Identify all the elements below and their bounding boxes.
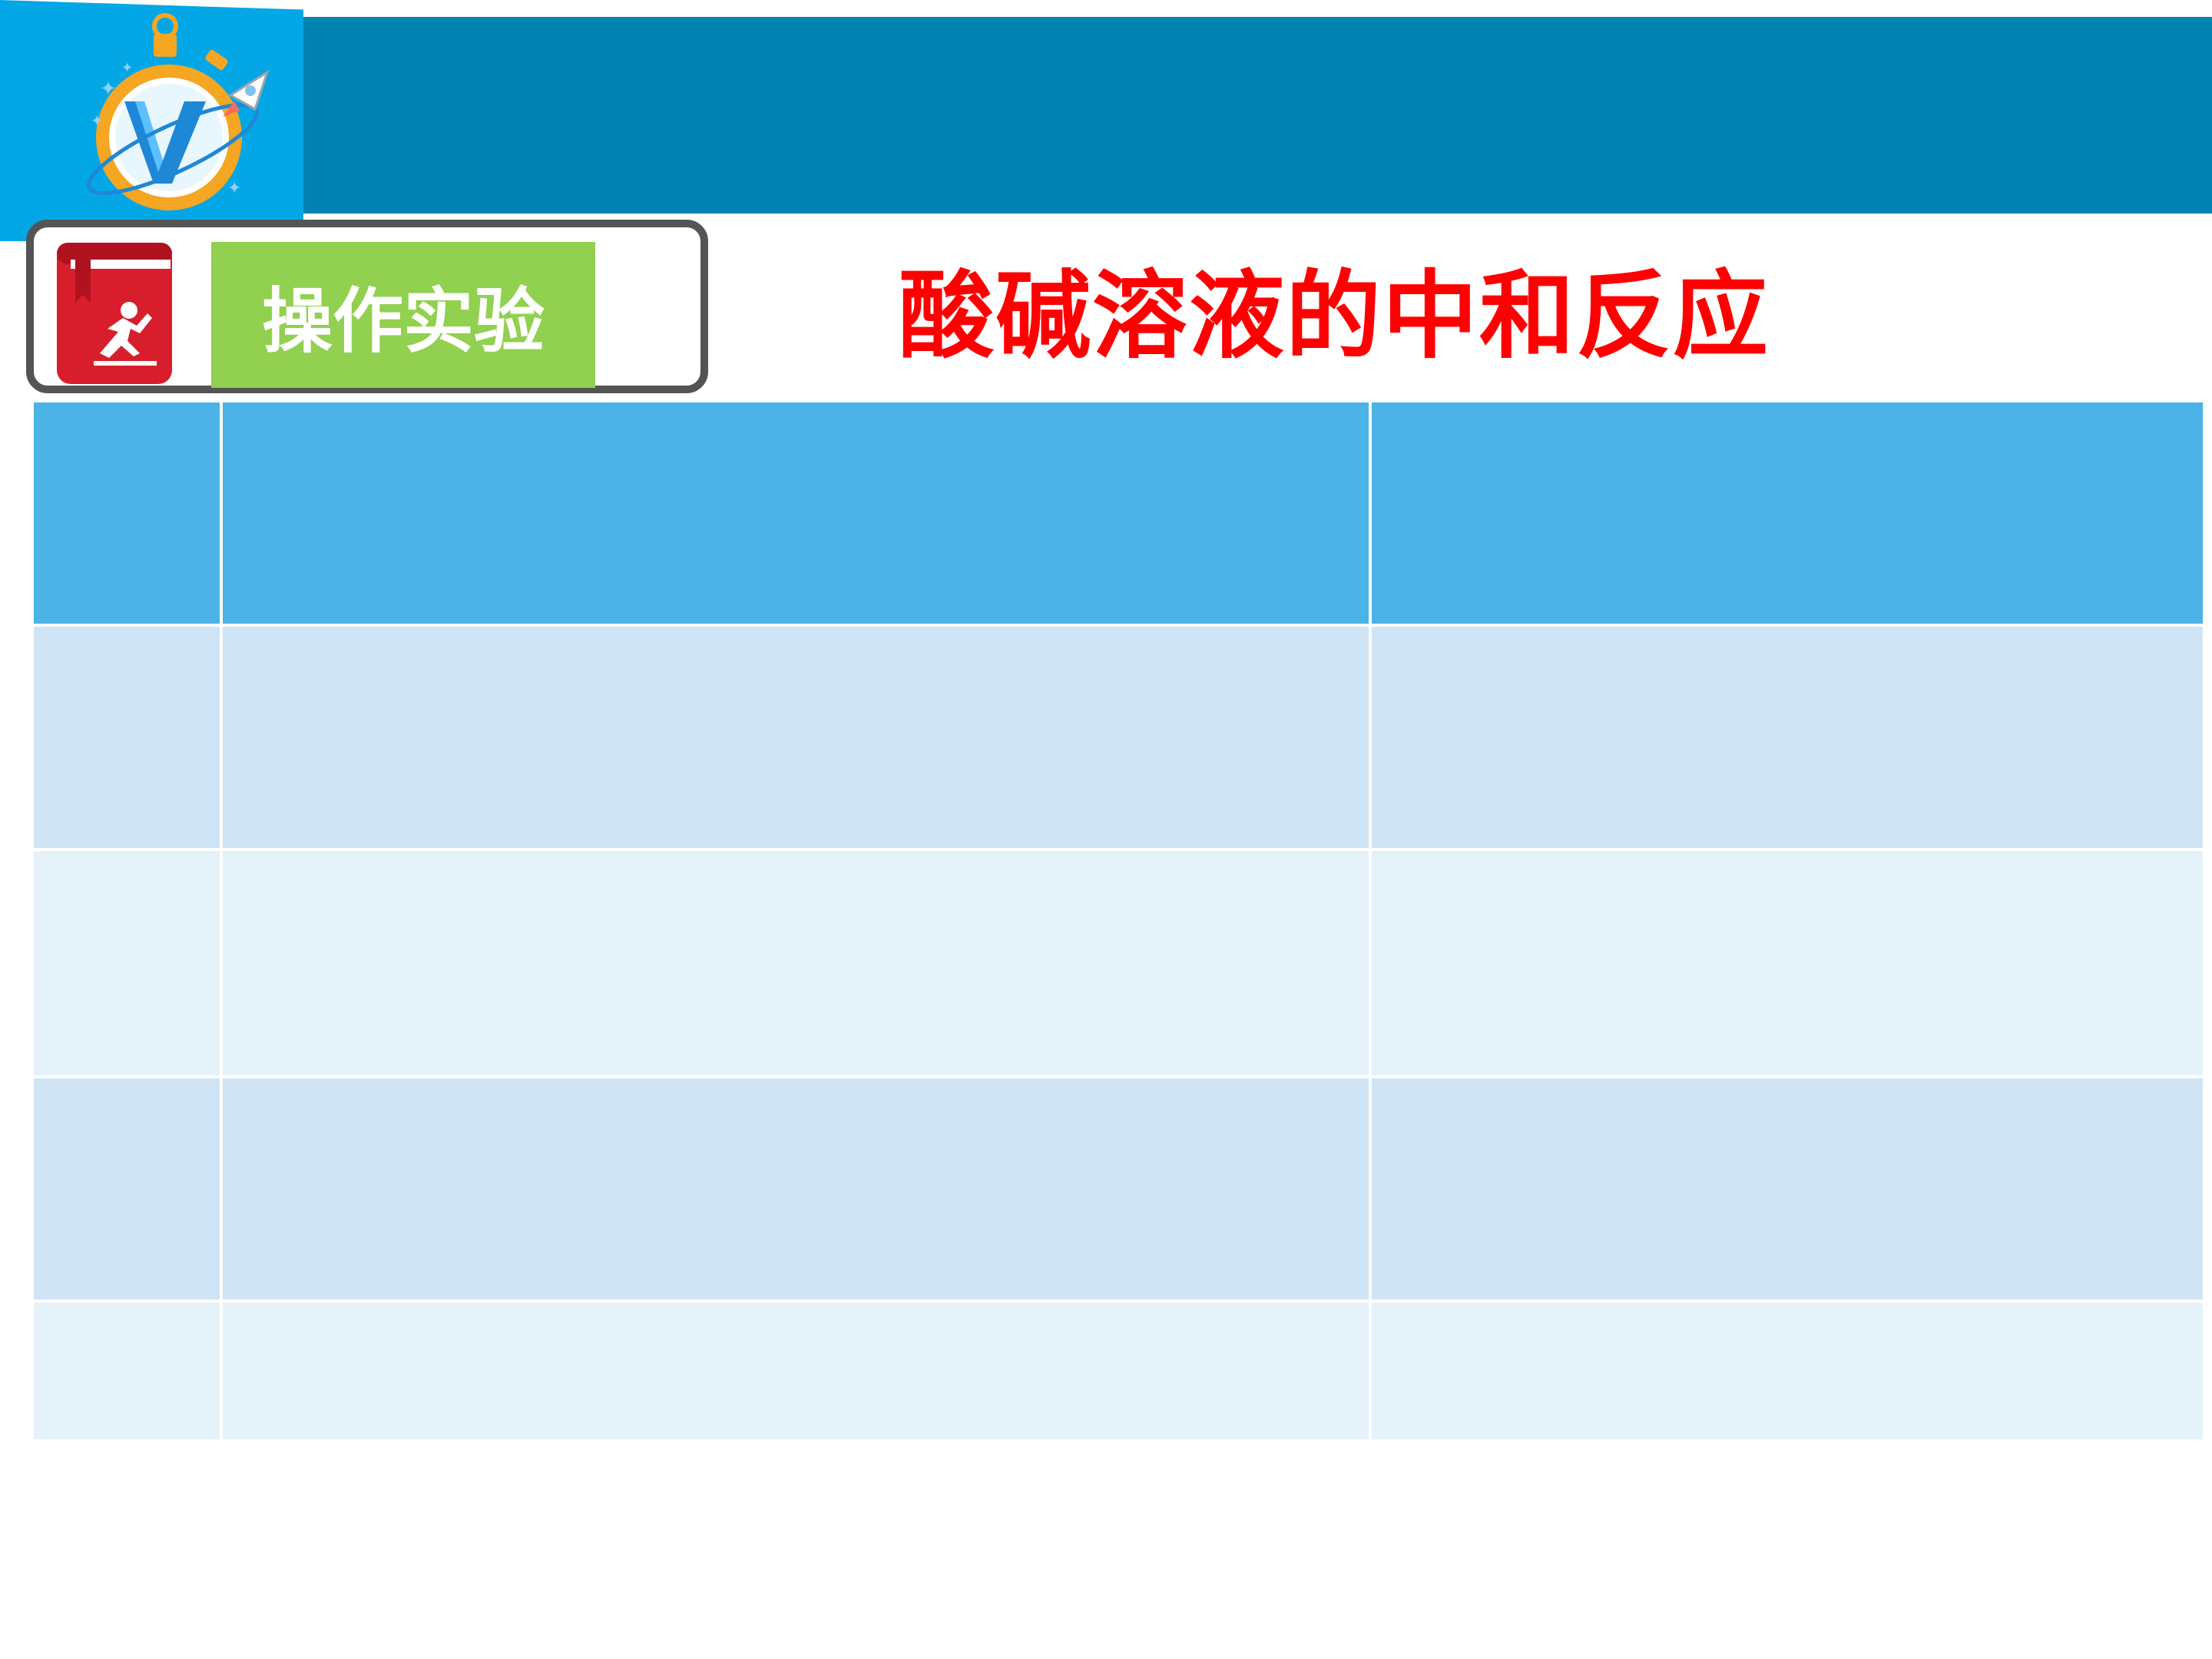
table-cell [220, 848, 1372, 1078]
book-runner-icon [57, 243, 172, 384]
svg-text:✦: ✦ [121, 60, 133, 76]
table-row [31, 1300, 2206, 1442]
table-row [31, 1075, 2206, 1303]
table-cell [220, 1075, 1372, 1303]
table-cell [31, 624, 223, 851]
stopwatch-logo-icon: ✦ ✦ ✦ ✦ [87, 13, 270, 210]
table-row [31, 848, 2206, 1078]
table-header-cell [31, 399, 223, 627]
table-cell [1369, 624, 2206, 851]
table-header-row [31, 399, 2206, 627]
table-header-cell [1369, 399, 2206, 627]
table-cell [31, 848, 223, 1078]
table-header-cell [220, 399, 1372, 627]
svg-text:✦: ✦ [100, 78, 117, 101]
section-label-operation-experiment: 操作实验 [211, 242, 595, 388]
table-cell [220, 1300, 1372, 1442]
svg-text:✦: ✦ [227, 179, 241, 198]
table-cell [31, 1075, 223, 1303]
table-row [31, 624, 2206, 851]
header-banner [300, 17, 2212, 214]
table-cell [1369, 1075, 2206, 1303]
table-cell [1369, 1300, 2206, 1442]
svg-text:✦: ✦ [91, 111, 104, 130]
page-title: 酸碱溶液的中和反应 [899, 261, 1770, 372]
experiment-table [31, 399, 2206, 1442]
table-cell [220, 624, 1372, 851]
table-cell [1369, 848, 2206, 1078]
table-cell [31, 1300, 223, 1442]
